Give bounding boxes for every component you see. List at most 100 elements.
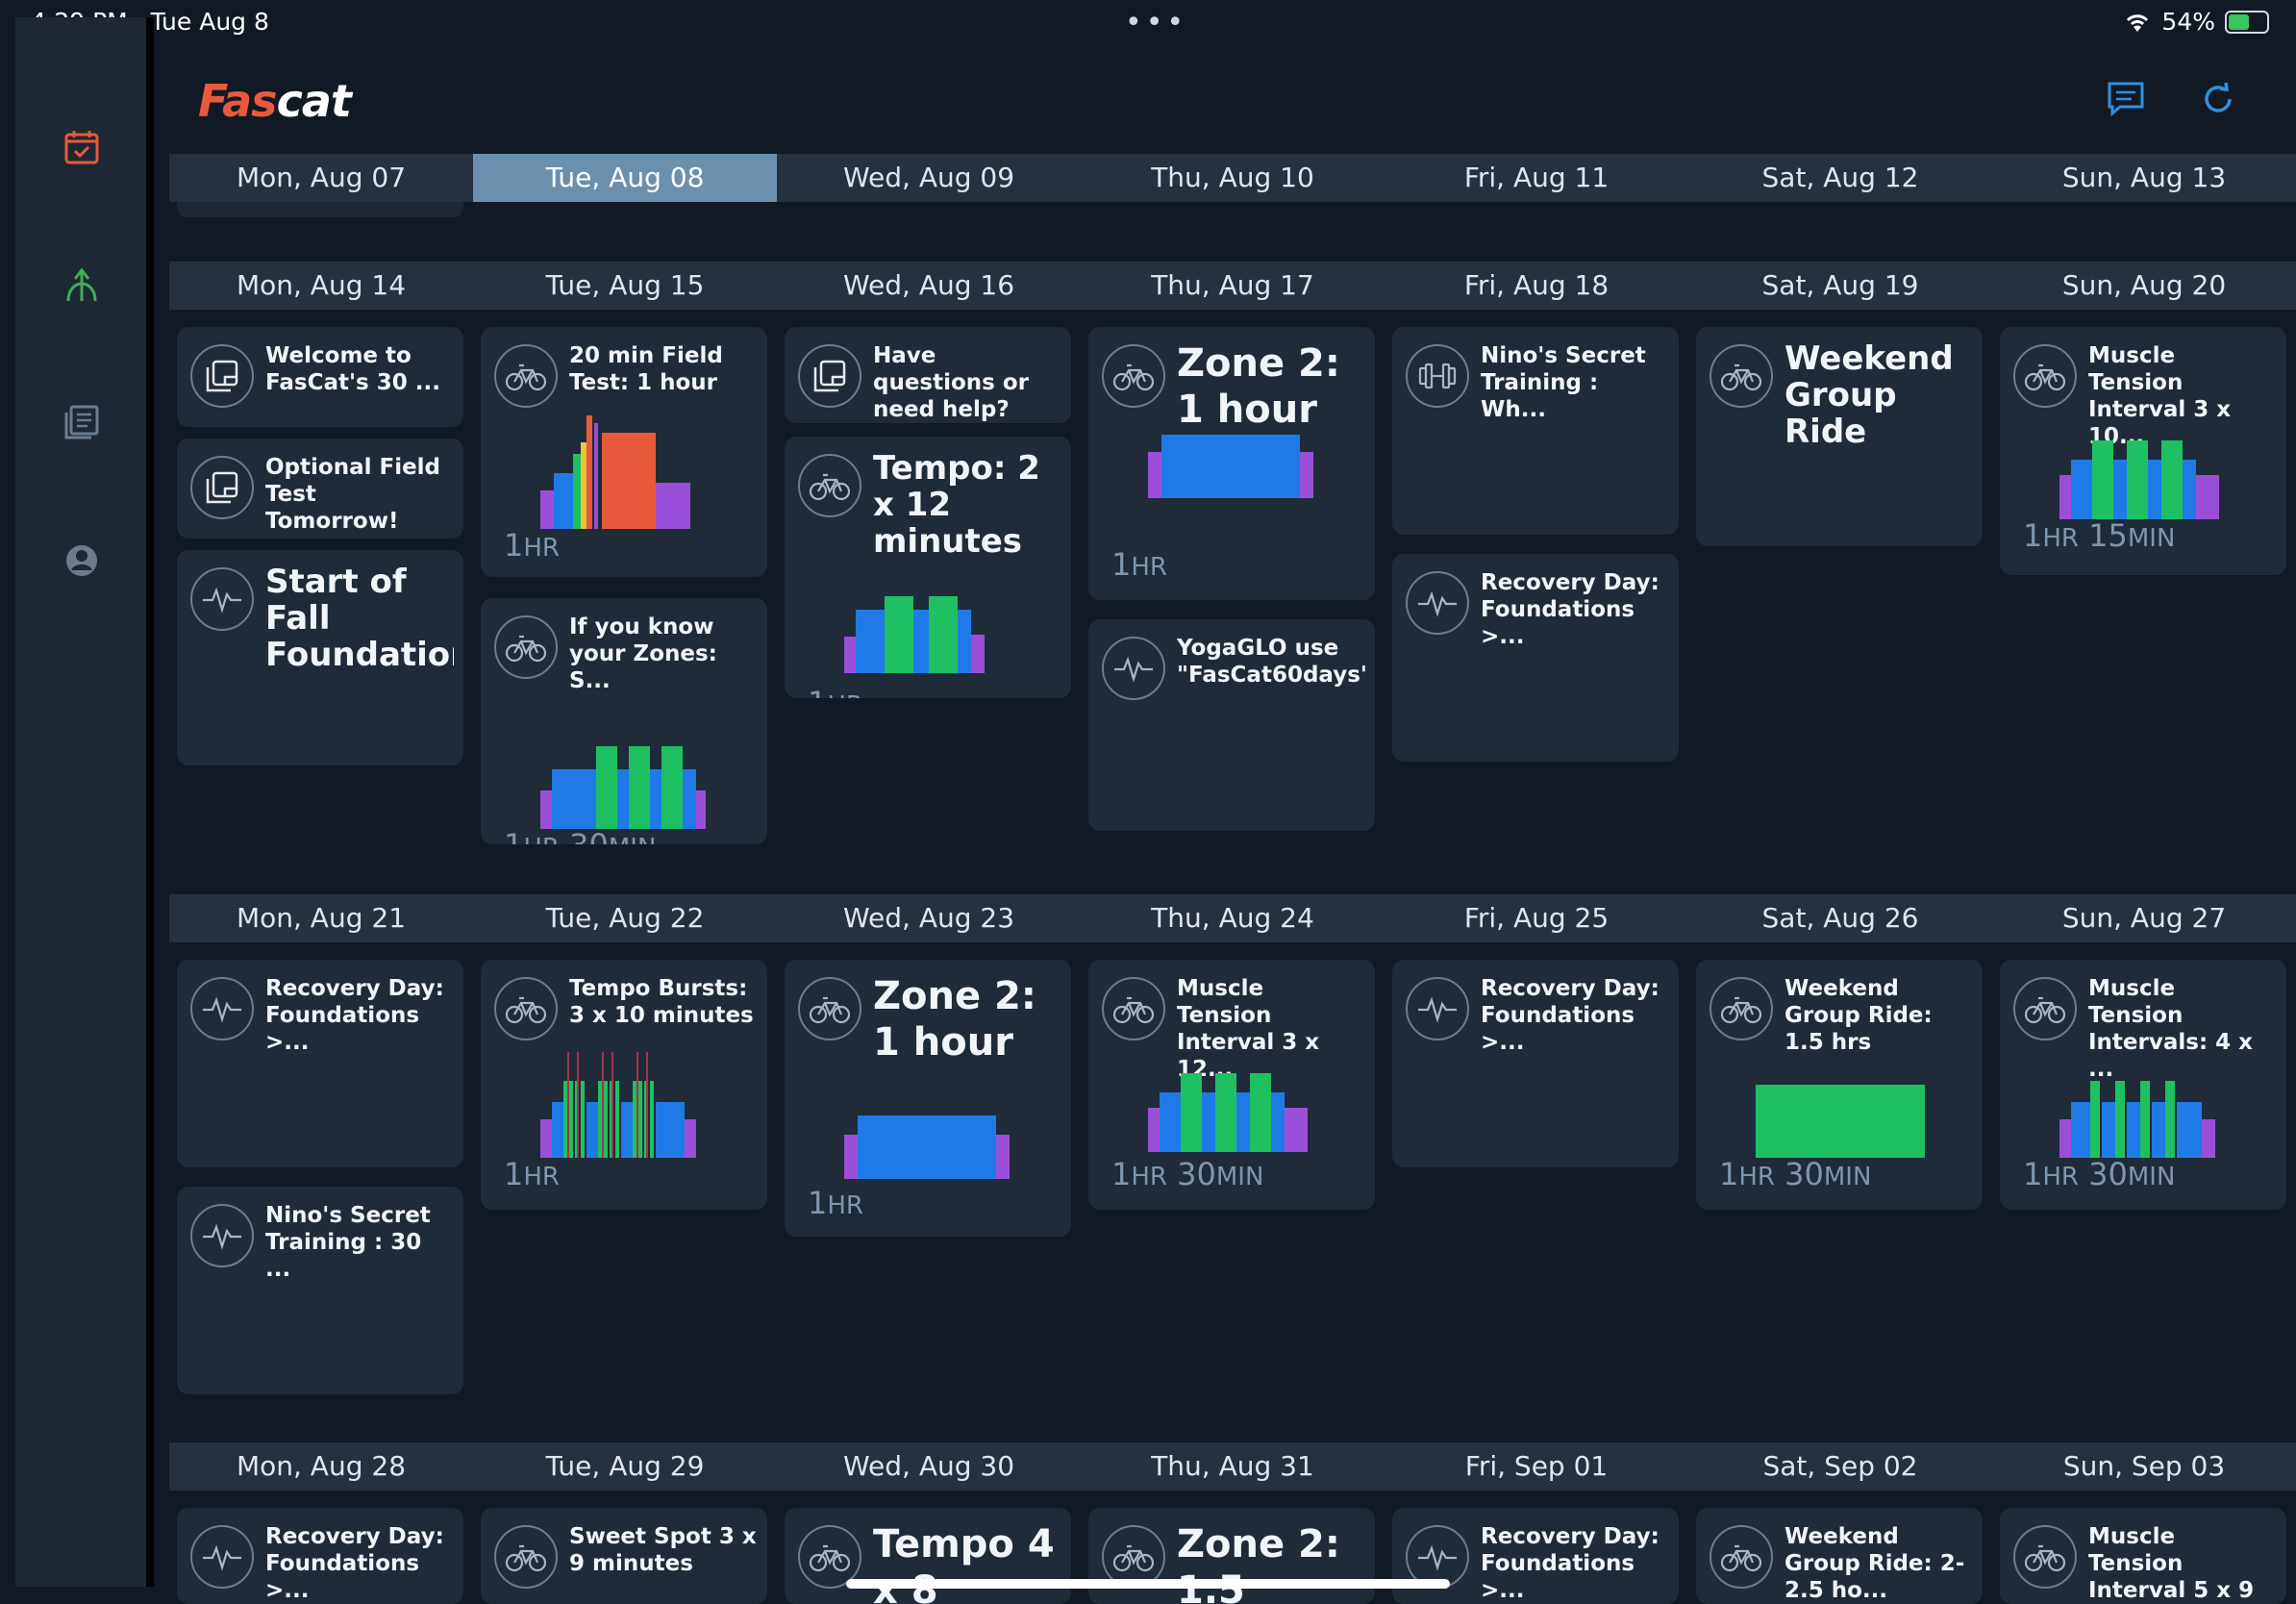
battery-icon: [2225, 10, 2269, 34]
interval-bar: [2196, 475, 2219, 519]
home-indicator[interactable]: [846, 1579, 1450, 1589]
workout-card[interactable]: Weekend Group Ride: 2-2.5 ho...: [1696, 1508, 1983, 1604]
workout-duration: 1HR: [808, 685, 863, 698]
battery-percent: 54%: [2161, 8, 2215, 36]
day-label[interactable]: Sun, Aug 27: [1992, 894, 2296, 942]
workout-card[interactable]: Tempo Bursts: 3 x 10 minutes 1HR: [481, 960, 767, 1210]
day-label[interactable]: Mon, Aug 28: [169, 1442, 473, 1491]
day-label[interactable]: Fri, Aug 11: [1385, 154, 1688, 202]
workout-card[interactable]: If you know your Zones: S...1HR 30MIN: [481, 598, 767, 844]
day-label[interactable]: Mon, Aug 07: [169, 154, 473, 202]
workout-card[interactable]: Zone 2: 1 hour 1HR: [1088, 327, 1375, 600]
refresh-icon[interactable]: [2196, 79, 2240, 119]
interval-bar: [581, 442, 586, 529]
day-label[interactable]: Thu, Aug 17: [1081, 262, 1385, 310]
day-label[interactable]: Sat, Sep 02: [1688, 1442, 1992, 1491]
workout-card[interactable]: Have questions or need help?: [785, 327, 1071, 423]
profile-icon[interactable]: [62, 540, 102, 581]
bike-icon: [494, 1525, 558, 1589]
workout-title: Welcome to FasCat's 30 ...: [265, 343, 440, 395]
day-label[interactable]: Thu, Aug 24: [1081, 894, 1385, 942]
day-label[interactable]: Mon, Aug 14: [169, 262, 473, 310]
pulse-icon: [190, 1204, 254, 1267]
day-label[interactable]: Tue, Aug 15: [473, 262, 777, 310]
workout-card[interactable]: YogaGLO use "FasCat60days"...: [1088, 619, 1375, 831]
workout-card[interactable]: Weekend Group Ride: [1696, 327, 1983, 546]
workout-duration: 1HR 30MIN: [1719, 1156, 1872, 1192]
interval-bar: [2165, 1081, 2175, 1158]
workout-duration: 1HR: [1111, 546, 1167, 583]
workout-card[interactable]: Start of Fall Foundation: [177, 550, 463, 765]
interval-bar: [2071, 460, 2092, 519]
interval-bar: [2161, 440, 2183, 519]
workout-card-stub[interactable]: [177, 202, 463, 217]
day-label[interactable]: Tue, Aug 22: [473, 894, 777, 942]
interval-bar: [2090, 1081, 2100, 1158]
day-label[interactable]: Wed, Aug 16: [777, 262, 1081, 310]
day-label[interactable]: Sun, Sep 03: [1992, 1442, 2296, 1491]
interval-bar: [696, 790, 706, 829]
interval-bar: [581, 1081, 585, 1158]
interval-bar: [2092, 440, 2113, 519]
workout-title: Weekend Group Ride: [1784, 340, 1954, 450]
day-label[interactable]: Sat, Aug 19: [1688, 262, 1992, 310]
workout-card[interactable]: Sweet Spot 3 x 9 minutes: [481, 1508, 767, 1604]
workout-title: Recovery Day: Foundations >...: [1481, 1524, 1660, 1603]
progress-arch-icon[interactable]: [62, 263, 102, 304]
interval-bar: [844, 1135, 858, 1179]
workout-card[interactable]: Muscle Tension Interval 3 x 10... 1HR 15M…: [2000, 327, 2286, 575]
day-label[interactable]: Wed, Aug 23: [777, 894, 1081, 942]
day-label[interactable]: Tue, Aug 29: [473, 1442, 777, 1491]
chat-icon[interactable]: [2104, 79, 2148, 119]
workout-title: Start of Fall Foundation: [265, 564, 454, 673]
pulse-icon: [1102, 637, 1165, 700]
workout-card[interactable]: Recovery Day: Foundations >...: [1392, 554, 1679, 762]
interval-bar: [1756, 1085, 1925, 1158]
workout-card[interactable]: Zone 2: 1.5 hours: [1088, 1508, 1375, 1604]
articles-icon[interactable]: [62, 402, 102, 442]
workout-card[interactable]: Muscle Tension Interval 5 x 9 ...: [2000, 1508, 2286, 1604]
workout-card[interactable]: Zone 2: 1 hour 1HR: [785, 960, 1071, 1237]
interval-bar: [913, 610, 929, 673]
workout-card[interactable]: Muscle Tension Interval 3 x 12... 1HR 30M…: [1088, 960, 1375, 1210]
day-label[interactable]: Sat, Aug 12: [1688, 154, 1992, 202]
workout-title: Optional Field Test Tomorrow!: [265, 455, 441, 534]
workout-card[interactable]: Welcome to FasCat's 30 ...: [177, 327, 463, 427]
interval-bar: [996, 1135, 1010, 1179]
day-label[interactable]: Fri, Sep 01: [1385, 1442, 1688, 1491]
workout-card[interactable]: 20 min Field Test: 1 hour 1HR: [481, 327, 767, 577]
workout-card[interactable]: Recovery Day: Foundations >...: [177, 1508, 463, 1604]
interval-bar: [1202, 1092, 1215, 1152]
day-label[interactable]: Sat, Aug 26: [1688, 894, 1992, 942]
bike-icon: [2013, 1525, 2077, 1589]
interval-bar: [2115, 1081, 2125, 1158]
day-label[interactable]: Fri, Aug 18: [1385, 262, 1688, 310]
workout-card[interactable]: Tempo: 2 x 12 minutes1HR: [785, 437, 1071, 698]
workout-card[interactable]: Weekend Group Ride: 1.5 hrs 1HR 30MIN: [1696, 960, 1983, 1210]
calendar-icon[interactable]: [62, 127, 102, 167]
day-label[interactable]: Sun, Aug 20: [1992, 262, 2296, 310]
workout-card[interactable]: Muscle Tension Intervals: 4 x ... 1HR 30M…: [2000, 960, 2286, 1210]
workout-card[interactable]: Recovery Day: Foundations >...: [177, 960, 463, 1167]
workout-card[interactable]: Recovery Day: Foundations >...: [1392, 1508, 1679, 1604]
workout-card[interactable]: Tempo 4 x 8 minutes: [785, 1508, 1071, 1604]
interval-bar: [650, 769, 661, 829]
multitask-dots-icon[interactable]: •••: [1125, 6, 1187, 39]
workout-card[interactable]: Nino's Secret Training : 30 ...: [177, 1187, 463, 1394]
workout-card[interactable]: Optional Field Test Tomorrow!: [177, 439, 463, 539]
workout-card[interactable]: Recovery Day: Foundations >...: [1392, 960, 1679, 1167]
interval-bar: [2059, 1119, 2071, 1158]
day-label[interactable]: Tue, Aug 08: [473, 154, 777, 202]
day-label[interactable]: Wed, Aug 30: [777, 1442, 1081, 1491]
day-label[interactable]: Fri, Aug 25: [1385, 894, 1688, 942]
interval-bar: [611, 1052, 613, 1158]
pulse-icon: [190, 567, 254, 631]
day-label[interactable]: Wed, Aug 09: [777, 154, 1081, 202]
interval-bar: [1160, 1092, 1181, 1152]
day-label[interactable]: Mon, Aug 21: [169, 894, 473, 942]
day-label[interactable]: Thu, Aug 31: [1081, 1442, 1385, 1491]
interval-bar: [577, 1052, 579, 1158]
workout-card[interactable]: Nino's Secret Training : Wh...: [1392, 327, 1679, 535]
day-label[interactable]: Thu, Aug 10: [1081, 154, 1385, 202]
day-label[interactable]: Sun, Aug 13: [1992, 154, 2296, 202]
